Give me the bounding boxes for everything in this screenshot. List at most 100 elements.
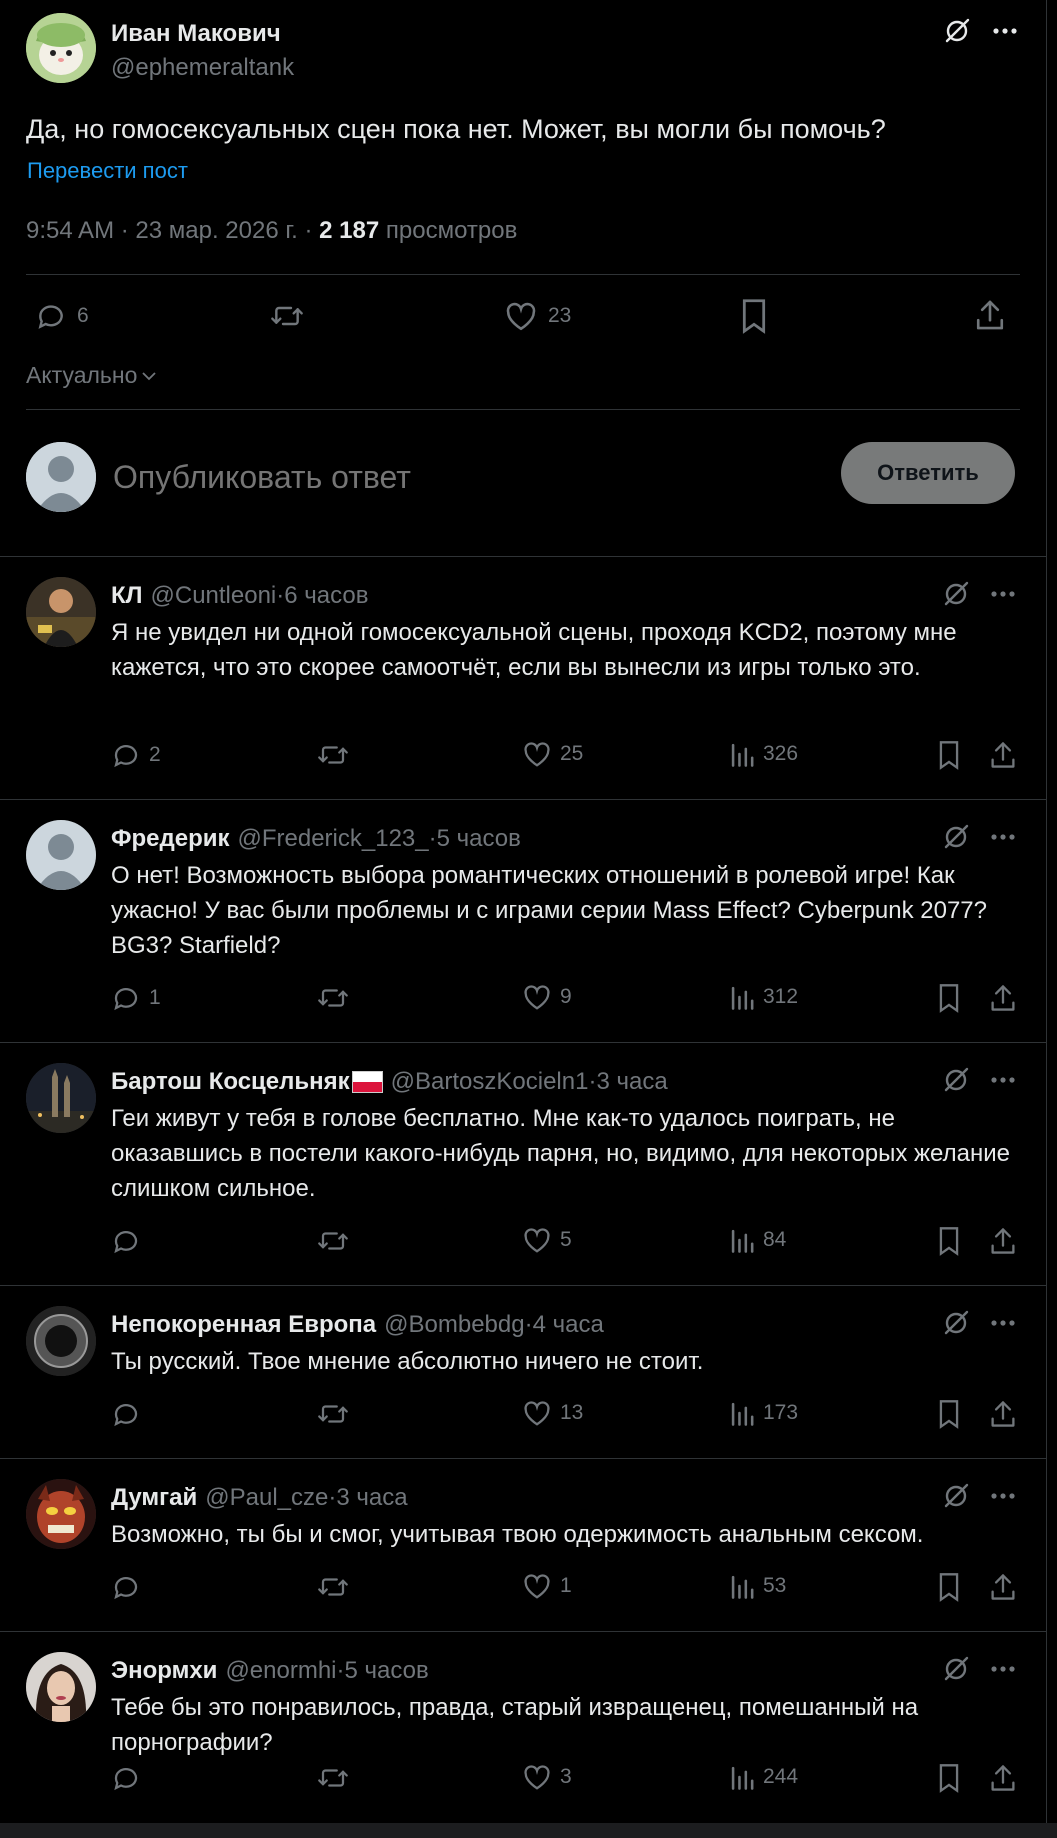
- share-button[interactable]: [989, 983, 1017, 1013]
- reply-author-name[interactable]: Бартош Косцельняк: [111, 1068, 350, 1096]
- reply-author-handle[interactable]: @BartoszKocieln1: [391, 1068, 589, 1096]
- reply-button[interactable]: 6: [35, 300, 89, 332]
- bookmark-button[interactable]: [937, 1226, 961, 1256]
- avatar[interactable]: [26, 577, 96, 647]
- views-count: 326: [763, 742, 799, 765]
- like-button[interactable]: 23: [504, 300, 571, 332]
- share-button[interactable]: [989, 1572, 1017, 1602]
- bookmark-button[interactable]: [937, 740, 961, 770]
- more-icon[interactable]: [985, 577, 1021, 611]
- grok-icon[interactable]: [937, 577, 975, 611]
- grok-icon[interactable]: [937, 1063, 975, 1097]
- grok-icon[interactable]: [937, 1652, 975, 1686]
- grok-icon[interactable]: [937, 820, 975, 854]
- more-icon[interactable]: [985, 820, 1021, 854]
- more-icon[interactable]: [985, 1063, 1021, 1097]
- reply-button[interactable]: [111, 1572, 149, 1602]
- reply-time[interactable]: 6 часов: [284, 582, 368, 610]
- reply-button[interactable]: 2: [111, 740, 161, 770]
- avatar[interactable]: [26, 13, 96, 83]
- reply-time[interactable]: 3 часа: [336, 1484, 407, 1512]
- poland-flag-icon: [351, 1071, 383, 1093]
- reply-item-enormhi[interactable]: Энормхи @enormhi · 5 часов Тебе бы это пон…: [0, 1632, 1046, 1823]
- views-button[interactable]: 326: [729, 740, 798, 768]
- reply-time[interactable]: 5 часов: [437, 825, 521, 853]
- bookmark-icon: [939, 1764, 959, 1793]
- views-button[interactable]: 84: [729, 1226, 786, 1254]
- like-button[interactable]: 1: [522, 1572, 572, 1600]
- share-button[interactable]: [989, 1226, 1017, 1256]
- bookmark-button[interactable]: [937, 1572, 961, 1602]
- sort-dropdown[interactable]: Актуально: [26, 362, 157, 389]
- reply-author-handle[interactable]: @Cuntleoni: [151, 582, 277, 610]
- author-handle[interactable]: @ephemeraltank: [111, 54, 294, 82]
- views-button[interactable]: 312: [729, 983, 798, 1011]
- views-button[interactable]: 244: [729, 1763, 798, 1791]
- like-button[interactable]: 3: [522, 1763, 572, 1791]
- repost-button[interactable]: [316, 1763, 350, 1793]
- bookmark-button[interactable]: [937, 1399, 961, 1429]
- avatar[interactable]: [26, 1306, 96, 1376]
- reply-author-handle[interactable]: @Bombebdg: [384, 1311, 524, 1339]
- grok-icon[interactable]: [937, 1306, 975, 1340]
- reply-item-doomguy[interactable]: Думгай @Paul_cze · 3 часа Возможно, ты бы …: [0, 1459, 1046, 1632]
- reply-item-bartosz[interactable]: Бартош Косцельняк @BartoszKocieln1 · 3 ча…: [0, 1043, 1046, 1286]
- more-icon[interactable]: [985, 1652, 1021, 1686]
- translate-post-link[interactable]: Перевести пост: [27, 158, 188, 184]
- reply-author-name[interactable]: КЛ: [111, 582, 143, 610]
- share-button[interactable]: [989, 1399, 1017, 1429]
- reply-item-frederick[interactable]: Фредерик @Frederick_123_ · 5 часов О нет! …: [0, 800, 1046, 1043]
- reply-submit-button[interactable]: Ответить: [841, 442, 1015, 504]
- reply-button[interactable]: [111, 1763, 149, 1793]
- avatar[interactable]: [26, 1063, 96, 1133]
- like-button[interactable]: 9: [522, 983, 572, 1011]
- avatar[interactable]: [26, 820, 96, 890]
- reply-time[interactable]: 5 часов: [345, 1657, 429, 1685]
- views-button[interactable]: 173: [729, 1399, 798, 1427]
- like-button[interactable]: 25: [522, 740, 583, 768]
- repost-button[interactable]: [269, 300, 305, 332]
- post-time[interactable]: 9:54 AM · 23 мар. 2026 г. ·: [26, 217, 319, 244]
- divider: [26, 274, 1020, 275]
- reply-time[interactable]: 4 часа: [533, 1311, 604, 1339]
- repost-button[interactable]: [316, 740, 350, 770]
- like-button[interactable]: 5: [522, 1226, 572, 1254]
- bookmark-button[interactable]: [740, 298, 768, 334]
- author-name[interactable]: Иван Макович: [111, 20, 281, 48]
- share-button[interactable]: [989, 740, 1017, 770]
- reply-author-name[interactable]: Думгай: [111, 1484, 197, 1512]
- reply-author-name[interactable]: Непокоренная Европа: [111, 1311, 376, 1339]
- repost-button[interactable]: [316, 1572, 350, 1602]
- views-count: 173: [763, 1401, 799, 1424]
- bookmark-button[interactable]: [937, 1763, 961, 1793]
- bookmark-button[interactable]: [937, 983, 961, 1013]
- reply-button[interactable]: [111, 1399, 149, 1429]
- repost-icon: [318, 989, 348, 1007]
- more-icon[interactable]: [985, 1306, 1021, 1340]
- like-button[interactable]: 13: [522, 1399, 583, 1427]
- grok-icon[interactable]: [938, 14, 976, 48]
- more-icon[interactable]: [985, 1479, 1021, 1513]
- reply-author-handle[interactable]: @Paul_cze: [205, 1484, 328, 1512]
- more-icon[interactable]: [986, 14, 1024, 48]
- repost-button[interactable]: [316, 1226, 350, 1256]
- share-button[interactable]: [974, 298, 1006, 332]
- reply-item-kl[interactable]: КЛ @Cuntleoni · 6 часов Я не увидел ни одн…: [0, 557, 1046, 800]
- reply-author-handle[interactable]: @enormhi: [225, 1657, 336, 1685]
- views-button[interactable]: 53: [729, 1572, 786, 1600]
- reply-item-unconquered-europe[interactable]: Непокоренная Европа @Bombebdg · 4 часа Ты …: [0, 1286, 1046, 1459]
- repost-button[interactable]: [316, 1399, 350, 1429]
- grok-icon[interactable]: [937, 1479, 975, 1513]
- share-button[interactable]: [989, 1763, 1017, 1793]
- reply-input[interactable]: [113, 455, 793, 499]
- reply-author-name[interactable]: Фредерик: [111, 825, 230, 853]
- reply-author-handle[interactable]: @Frederick_123_: [238, 825, 429, 853]
- reply-author-name[interactable]: Энормхи: [111, 1657, 217, 1685]
- avatar[interactable]: [26, 1652, 96, 1722]
- window-bottom-bar: [0, 1823, 1057, 1838]
- reply-button[interactable]: [111, 1226, 149, 1256]
- reply-button[interactable]: 1: [111, 983, 161, 1013]
- repost-button[interactable]: [316, 983, 350, 1013]
- avatar[interactable]: [26, 1479, 96, 1549]
- reply-time[interactable]: 3 часа: [596, 1068, 667, 1096]
